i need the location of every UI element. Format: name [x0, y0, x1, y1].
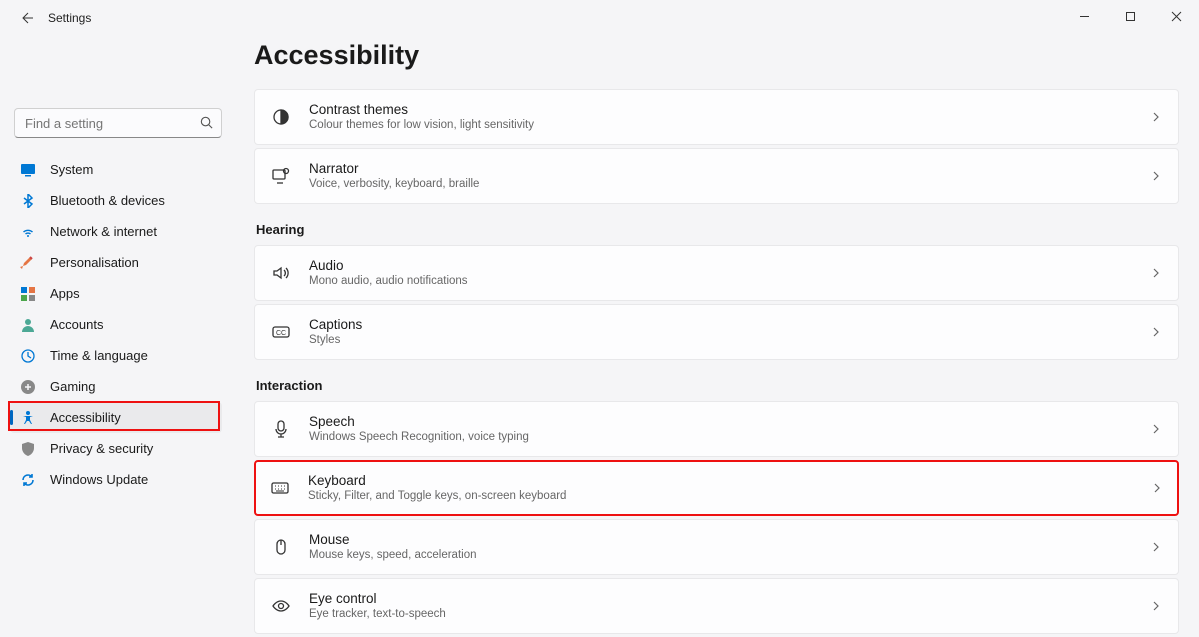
sidebar-item-label: Time & language [50, 348, 148, 363]
sidebar-item-personalisation[interactable]: Personalisation [10, 247, 222, 278]
maximize-icon [1125, 11, 1136, 22]
section-label-interaction: Interaction [256, 378, 1179, 393]
card-subtitle: Styles [309, 333, 1150, 348]
card-title: Speech [309, 413, 1150, 431]
sidebar-item-gaming[interactable]: Gaming [10, 371, 222, 402]
sidebar-item-privacy[interactable]: Privacy & security [10, 433, 222, 464]
card-title: Eye control [309, 590, 1150, 608]
card-title: Narrator [309, 160, 1150, 178]
gaming-icon [20, 379, 36, 395]
sidebar-item-time[interactable]: Time & language [10, 340, 222, 371]
sidebar-item-accessibility[interactable]: Accessibility [10, 402, 222, 433]
sidebar-item-label: Personalisation [50, 255, 139, 270]
search-icon [199, 115, 214, 130]
card-subtitle: Voice, verbosity, keyboard, braille [309, 177, 1150, 192]
accessibility-icon [20, 410, 36, 426]
card-subtitle: Windows Speech Recognition, voice typing [309, 430, 1150, 445]
paintbrush-icon [20, 255, 36, 271]
back-button[interactable] [12, 3, 42, 33]
chevron-right-icon [1150, 111, 1162, 123]
bluetooth-icon [20, 193, 36, 209]
sidebar-item-label: Accounts [50, 317, 103, 332]
svg-text:CC: CC [276, 330, 286, 337]
sidebar-item-label: Windows Update [50, 472, 148, 487]
app-title: Settings [48, 11, 91, 25]
sidebar-item-accounts[interactable]: Accounts [10, 309, 222, 340]
contrast-icon [271, 107, 291, 127]
sidebar-item-bluetooth[interactable]: Bluetooth & devices [10, 185, 222, 216]
setting-card-keyboard[interactable]: Keyboard Sticky, Filter, and Toggle keys… [254, 460, 1179, 516]
setting-card-eyecontrol[interactable]: Eye control Eye tracker, text-to-speech [254, 578, 1179, 634]
card-title: Contrast themes [309, 101, 1150, 119]
setting-card-narrator[interactable]: Narrator Voice, verbosity, keyboard, bra… [254, 148, 1179, 204]
chevron-right-icon [1150, 326, 1162, 338]
narrator-icon [271, 166, 291, 186]
setting-card-mouse[interactable]: Mouse Mouse keys, speed, acceleration [254, 519, 1179, 575]
sidebar-item-label: System [50, 162, 93, 177]
card-subtitle: Mono audio, audio notifications [309, 274, 1150, 289]
close-icon [1171, 11, 1182, 22]
person-icon [20, 317, 36, 333]
eye-icon [271, 596, 291, 616]
setting-card-audio[interactable]: Audio Mono audio, audio notifications [254, 245, 1179, 301]
card-title: Keyboard [308, 472, 1151, 490]
sidebar-item-label: Bluetooth & devices [50, 193, 165, 208]
sidebar-item-label: Accessibility [50, 410, 121, 425]
system-icon [20, 162, 36, 178]
chevron-right-icon [1150, 600, 1162, 612]
card-subtitle: Colour themes for low vision, light sens… [309, 118, 1150, 133]
sidebar-item-system[interactable]: System [10, 154, 222, 185]
sidebar-item-update[interactable]: Windows Update [10, 464, 222, 495]
maximize-button[interactable] [1107, 0, 1153, 32]
card-subtitle: Sticky, Filter, and Toggle keys, on-scre… [308, 489, 1151, 504]
chevron-right-icon [1150, 170, 1162, 182]
sidebar-item-label: Network & internet [50, 224, 157, 239]
globe-clock-icon [20, 348, 36, 364]
wifi-icon [20, 224, 36, 240]
apps-icon [20, 286, 36, 302]
minimize-button[interactable] [1061, 0, 1107, 32]
microphone-icon [271, 419, 291, 439]
speaker-icon [271, 263, 291, 283]
chevron-right-icon [1151, 482, 1163, 494]
update-icon [20, 472, 36, 488]
card-title: Audio [309, 257, 1150, 275]
setting-card-speech[interactable]: Speech Windows Speech Recognition, voice… [254, 401, 1179, 457]
card-title: Captions [309, 316, 1150, 334]
keyboard-icon [270, 478, 290, 498]
mouse-icon [271, 537, 291, 557]
card-title: Mouse [309, 531, 1150, 549]
close-button[interactable] [1153, 0, 1199, 32]
arrow-left-icon [19, 10, 35, 26]
search-input[interactable] [14, 108, 222, 138]
sidebar-item-apps[interactable]: Apps [10, 278, 222, 309]
chevron-right-icon [1150, 541, 1162, 553]
minimize-icon [1079, 11, 1090, 22]
captions-icon: CC [271, 322, 291, 342]
sidebar-item-label: Privacy & security [50, 441, 153, 456]
setting-card-contrast[interactable]: Contrast themes Colour themes for low vi… [254, 89, 1179, 145]
sidebar-item-network[interactable]: Network & internet [10, 216, 222, 247]
chevron-right-icon [1150, 423, 1162, 435]
sidebar-item-label: Gaming [50, 379, 96, 394]
chevron-right-icon [1150, 267, 1162, 279]
sidebar-item-label: Apps [50, 286, 80, 301]
shield-icon [20, 441, 36, 457]
page-title: Accessibility [254, 40, 1179, 71]
section-label-hearing: Hearing [256, 222, 1179, 237]
card-subtitle: Mouse keys, speed, acceleration [309, 548, 1150, 563]
setting-card-captions[interactable]: CC Captions Styles [254, 304, 1179, 360]
card-subtitle: Eye tracker, text-to-speech [309, 607, 1150, 622]
